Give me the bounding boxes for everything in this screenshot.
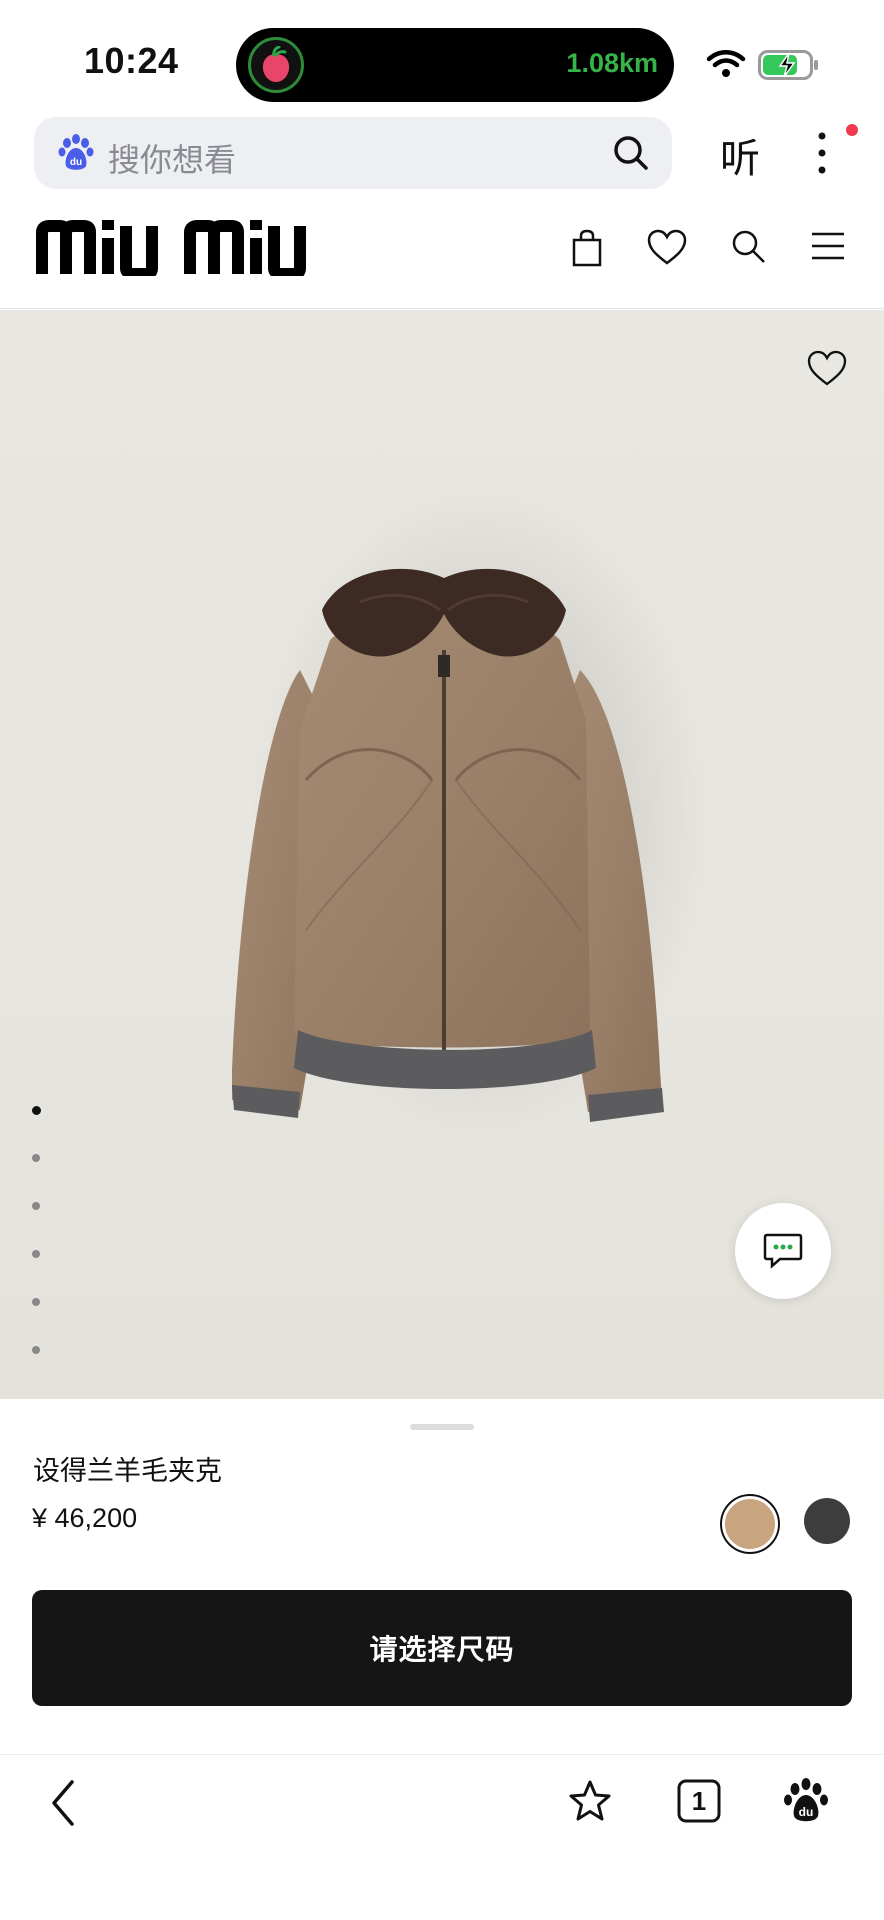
chat-button[interactable] (735, 1203, 831, 1299)
fitness-app-icon (248, 37, 304, 93)
gallery-dot[interactable] (32, 1202, 40, 1210)
search-bar[interactable]: du 搜你想看 (34, 117, 672, 189)
svg-text:du: du (70, 157, 82, 168)
search-input[interactable]: 搜你想看 (108, 135, 236, 181)
gallery-dot-active[interactable] (32, 1106, 41, 1115)
product-name: 设得兰羊毛夹克 (33, 1456, 222, 1486)
bottom-nav-divider (0, 1754, 884, 1755)
search-icon[interactable] (612, 134, 650, 177)
dynamic-island[interactable]: 1.08km (236, 28, 674, 102)
listen-button[interactable]: 听 (720, 126, 760, 184)
status-time: 10:24 (84, 40, 179, 81)
notification-dot (846, 124, 858, 136)
wifi-icon (706, 48, 746, 83)
chat-bubble-icon (763, 1233, 803, 1269)
baidu-paw-icon: du (58, 134, 94, 177)
activity-distance: 1.08km (566, 48, 658, 78)
tab-count: 1 (691, 1786, 707, 1816)
gallery-dot[interactable] (32, 1346, 40, 1354)
sheet-handle[interactable] (410, 1424, 474, 1430)
heart-icon[interactable] (646, 228, 688, 273)
gallery-dot[interactable] (32, 1298, 40, 1306)
shopping-bag-icon[interactable] (570, 228, 604, 273)
baidu-paw-icon[interactable]: du (784, 1778, 828, 1829)
battery-charging-icon (758, 50, 820, 85)
heart-outline-icon[interactable] (806, 350, 848, 393)
gallery-dot[interactable] (32, 1154, 40, 1162)
color-swatch-camel[interactable] (722, 1496, 778, 1552)
more-vertical-icon[interactable] (812, 130, 832, 181)
back-arrow-icon[interactable] (46, 1778, 80, 1833)
menu-icon[interactable] (810, 228, 846, 269)
tabs-button[interactable]: 1 (676, 1778, 722, 1829)
select-size-button[interactable]: 请选择尺码 (32, 1590, 852, 1706)
header-divider (0, 308, 884, 309)
product-price: ¥ 46,200 (32, 1503, 138, 1533)
gallery-dot[interactable] (32, 1250, 40, 1258)
star-icon[interactable] (566, 1778, 614, 1831)
color-swatch-charcoal[interactable] (804, 1498, 850, 1544)
search-icon[interactable] (730, 228, 768, 271)
brand-logo[interactable] (36, 218, 336, 281)
svg-text:du: du (799, 1805, 814, 1819)
